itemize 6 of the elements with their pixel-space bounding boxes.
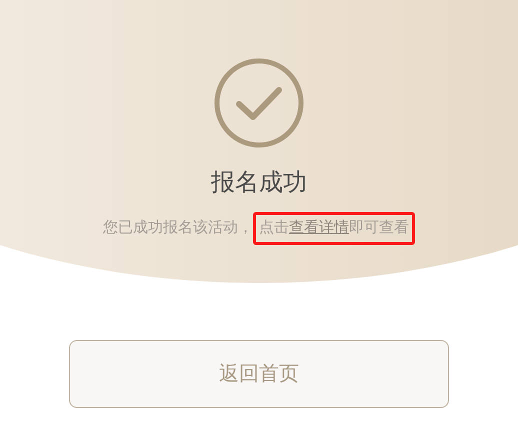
checkmark-icon (213, 57, 305, 149)
status-title: 报名成功 (211, 168, 307, 198)
back-home-button[interactable]: 返回首页 (69, 340, 449, 408)
details-link[interactable]: 查看详情 (289, 219, 349, 236)
message-text: 您已成功报名该活动， (103, 218, 253, 238)
hint-text: 点击查看详情即可查看 (259, 219, 409, 236)
